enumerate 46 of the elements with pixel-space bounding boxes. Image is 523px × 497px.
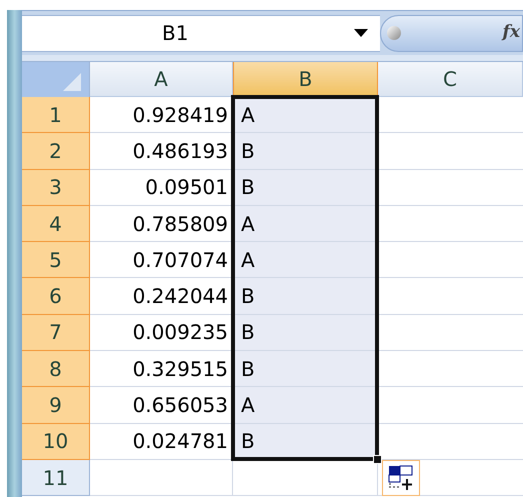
table-cell[interactable]: 0.009235 [90, 314, 233, 352]
table-cell[interactable]: 0.329515 [90, 351, 233, 388]
row-header[interactable]: 7 [22, 314, 90, 352]
table-cell[interactable]: 0.486193 [90, 133, 233, 170]
table-cell[interactable]: 0.09501 [90, 170, 233, 206]
row-header[interactable]: 4 [22, 206, 90, 242]
row-header[interactable]: 5 [22, 242, 90, 278]
auto-fill-icon [388, 464, 414, 491]
column-header[interactable]: A [90, 62, 233, 97]
table-cell[interactable]: A [233, 242, 378, 278]
formula-bar-handle-icon[interactable] [387, 26, 401, 40]
row-header[interactable]: 1 [22, 97, 90, 134]
table-cell[interactable]: B [233, 133, 378, 170]
table-cell[interactable]: A [233, 206, 378, 242]
table-cell[interactable]: A [233, 97, 378, 134]
row-header[interactable]: 11 [22, 460, 90, 496]
row-header[interactable]: 8 [22, 351, 90, 388]
table-cell[interactable]: B [233, 278, 378, 315]
name-box[interactable]: B1 [22, 14, 380, 52]
auto-fill-options-button[interactable] [382, 460, 420, 496]
table-cell[interactable] [90, 460, 233, 496]
table-cell[interactable]: 0.785809 [90, 206, 233, 242]
table-cell[interactable]: 0.024781 [90, 424, 233, 460]
table-cell[interactable]: 0.928419 [90, 97, 233, 134]
fill-handle[interactable] [373, 455, 382, 464]
table-cell[interactable]: 0.242044 [90, 278, 233, 315]
table-cell[interactable]: 0.707074 [90, 242, 233, 278]
corner-triangle-icon [63, 73, 81, 91]
row-header[interactable]: 10 [22, 424, 90, 460]
select-all-corner[interactable] [22, 62, 90, 97]
table-cell[interactable] [378, 460, 523, 496]
row-header[interactable]: 3 [22, 170, 90, 206]
column-header[interactable]: B [233, 62, 378, 97]
insert-function-button[interactable]: fx [502, 20, 520, 46]
table-cell[interactable]: B [233, 314, 378, 352]
cell-reference: B1 [162, 20, 188, 47]
table-cell[interactable]: B [233, 351, 378, 388]
column-header[interactable]: C [378, 62, 523, 97]
formula-bar[interactable]: fx [380, 14, 523, 52]
row-header[interactable]: 6 [22, 278, 90, 315]
table-cell[interactable]: B [233, 170, 378, 206]
row-header[interactable]: 9 [22, 387, 90, 424]
row-header[interactable]: 2 [22, 133, 90, 170]
table-cell[interactable]: A [233, 387, 378, 424]
table-cell[interactable]: 0.656053 [90, 387, 233, 424]
dropdown-caret-icon[interactable] [354, 29, 368, 37]
